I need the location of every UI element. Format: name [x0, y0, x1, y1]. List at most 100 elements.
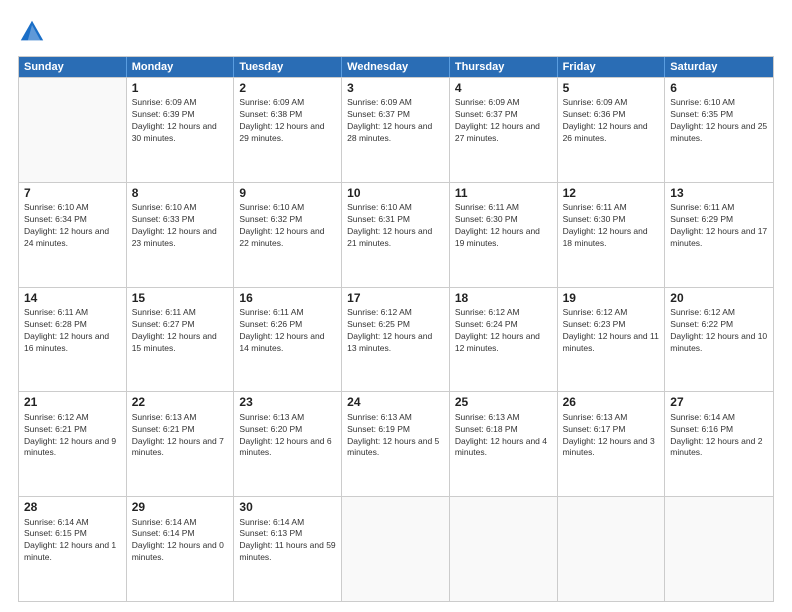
day-number: 10: [347, 186, 444, 200]
day-number: 7: [24, 186, 121, 200]
day-number: 11: [455, 186, 552, 200]
day-number: 15: [132, 291, 229, 305]
day-detail: Sunrise: 6:09 AMSunset: 6:37 PMDaylight:…: [455, 97, 552, 145]
day-number: 2: [239, 81, 336, 95]
day-number: 20: [670, 291, 768, 305]
day-detail: Sunrise: 6:11 AMSunset: 6:27 PMDaylight:…: [132, 307, 229, 355]
cal-cell: 11 Sunrise: 6:11 AMSunset: 6:30 PMDayligh…: [450, 183, 558, 287]
cal-cell: 22 Sunrise: 6:13 AMSunset: 6:21 PMDayligh…: [127, 392, 235, 496]
day-number: 8: [132, 186, 229, 200]
day-detail: Sunrise: 6:09 AMSunset: 6:37 PMDaylight:…: [347, 97, 444, 145]
cal-cell: 19 Sunrise: 6:12 AMSunset: 6:23 PMDayligh…: [558, 288, 666, 392]
day-number: 5: [563, 81, 660, 95]
cal-cell: 3 Sunrise: 6:09 AMSunset: 6:37 PMDaylight…: [342, 78, 450, 182]
cal-cell: 18Sunrise: 6:12 AMSunset: 6:24 PMDayligh…: [450, 288, 558, 392]
day-number: 16: [239, 291, 336, 305]
day-detail: Sunrise: 6:12 AMSunset: 6:23 PMDaylight:…: [563, 307, 660, 355]
day-number: 22: [132, 395, 229, 409]
day-number: 21: [24, 395, 121, 409]
day-detail: Sunrise: 6:14 AMSunset: 6:14 PMDaylight:…: [132, 517, 229, 565]
day-detail: Sunrise: 6:11 AMSunset: 6:28 PMDaylight:…: [24, 307, 121, 355]
day-number: 6: [670, 81, 768, 95]
day-detail: Sunrise: 6:10 AMSunset: 6:33 PMDaylight:…: [132, 202, 229, 250]
day-detail: Sunrise: 6:11 AMSunset: 6:30 PMDaylight:…: [455, 202, 552, 250]
day-detail: Sunrise: 6:12 AMSunset: 6:25 PMDaylight:…: [347, 307, 444, 355]
day-detail: Sunrise: 6:11 AMSunset: 6:26 PMDaylight:…: [239, 307, 336, 355]
logo: [18, 18, 48, 46]
day-detail: Sunrise: 6:13 AMSunset: 6:20 PMDaylight:…: [239, 412, 336, 460]
day-detail: Sunrise: 6:12 AMSunset: 6:21 PMDaylight:…: [24, 412, 121, 460]
day-number: 4: [455, 81, 552, 95]
day-number: 25: [455, 395, 552, 409]
cal-cell: 1Sunrise: 6:09 AMSunset: 6:39 PMDaylight…: [127, 78, 235, 182]
cal-cell: 6 Sunrise: 6:10 AMSunset: 6:35 PMDaylight…: [665, 78, 773, 182]
cal-cell: 10 Sunrise: 6:10 AMSunset: 6:31 PMDayligh…: [342, 183, 450, 287]
cal-cell: [450, 497, 558, 601]
day-detail: Sunrise: 6:11 AMSunset: 6:30 PMDaylight:…: [563, 202, 660, 250]
calendar: SundayMondayTuesdayWednesdayThursdayFrid…: [18, 56, 774, 602]
day-number: 3: [347, 81, 444, 95]
day-number: 12: [563, 186, 660, 200]
day-detail: Sunrise: 6:11 AMSunset: 6:29 PMDaylight:…: [670, 202, 768, 250]
calendar-header: SundayMondayTuesdayWednesdayThursdayFrid…: [19, 57, 773, 77]
day-number: 17: [347, 291, 444, 305]
day-detail: Sunrise: 6:13 AMSunset: 6:21 PMDaylight:…: [132, 412, 229, 460]
day-detail: Sunrise: 6:14 AMSunset: 6:13 PMDaylight:…: [239, 517, 336, 565]
day-number: 19: [563, 291, 660, 305]
day-number: 30: [239, 500, 336, 514]
week-row-1: 1Sunrise: 6:09 AMSunset: 6:39 PMDaylight…: [19, 77, 773, 182]
cal-cell: 2 Sunrise: 6:09 AMSunset: 6:38 PMDaylight…: [234, 78, 342, 182]
day-number: 27: [670, 395, 768, 409]
week-row-4: 21 Sunrise: 6:12 AMSunset: 6:21 PMDayligh…: [19, 391, 773, 496]
day-number: 13: [670, 186, 768, 200]
day-number: 9: [239, 186, 336, 200]
day-number: 29: [132, 500, 229, 514]
header-day-saturday: Saturday: [665, 57, 773, 77]
header-day-wednesday: Wednesday: [342, 57, 450, 77]
day-detail: Sunrise: 6:13 AMSunset: 6:18 PMDaylight:…: [455, 412, 552, 460]
day-detail: Sunrise: 6:09 AMSunset: 6:38 PMDaylight:…: [239, 97, 336, 145]
cal-cell: 25 Sunrise: 6:13 AMSunset: 6:18 PMDayligh…: [450, 392, 558, 496]
cal-cell: 14 Sunrise: 6:11 AMSunset: 6:28 PMDayligh…: [19, 288, 127, 392]
cal-cell: 5 Sunrise: 6:09 AMSunset: 6:36 PMDaylight…: [558, 78, 666, 182]
cal-cell: 12 Sunrise: 6:11 AMSunset: 6:30 PMDayligh…: [558, 183, 666, 287]
cal-cell: 21 Sunrise: 6:12 AMSunset: 6:21 PMDayligh…: [19, 392, 127, 496]
week-row-3: 14 Sunrise: 6:11 AMSunset: 6:28 PMDayligh…: [19, 287, 773, 392]
day-detail: Sunrise: 6:14 AMSunset: 6:16 PMDaylight:…: [670, 412, 768, 460]
cal-cell: 27 Sunrise: 6:14 AMSunset: 6:16 PMDayligh…: [665, 392, 773, 496]
day-detail: Sunrise: 6:10 AMSunset: 6:34 PMDaylight:…: [24, 202, 121, 250]
cal-cell: 4 Sunrise: 6:09 AMSunset: 6:37 PMDaylight…: [450, 78, 558, 182]
day-detail: Sunrise: 6:10 AMSunset: 6:35 PMDaylight:…: [670, 97, 768, 145]
day-number: 23: [239, 395, 336, 409]
day-detail: Sunrise: 6:09 AMSunset: 6:39 PMDaylight:…: [132, 97, 229, 145]
header-day-friday: Friday: [558, 57, 666, 77]
day-detail: Sunrise: 6:12 AMSunset: 6:22 PMDaylight:…: [670, 307, 768, 355]
day-number: 24: [347, 395, 444, 409]
header-day-thursday: Thursday: [450, 57, 558, 77]
header-day-monday: Monday: [127, 57, 235, 77]
day-number: 26: [563, 395, 660, 409]
header-day-tuesday: Tuesday: [234, 57, 342, 77]
cal-cell: 20 Sunrise: 6:12 AMSunset: 6:22 PMDayligh…: [665, 288, 773, 392]
cal-cell: [342, 497, 450, 601]
cal-cell: [19, 78, 127, 182]
cal-cell: 13 Sunrise: 6:11 AMSunset: 6:29 PMDayligh…: [665, 183, 773, 287]
calendar-body: 1Sunrise: 6:09 AMSunset: 6:39 PMDaylight…: [19, 77, 773, 601]
cal-cell: 23 Sunrise: 6:13 AMSunset: 6:20 PMDayligh…: [234, 392, 342, 496]
day-number: 14: [24, 291, 121, 305]
cal-cell: 7 Sunrise: 6:10 AMSunset: 6:34 PMDaylight…: [19, 183, 127, 287]
week-row-2: 7 Sunrise: 6:10 AMSunset: 6:34 PMDaylight…: [19, 182, 773, 287]
cal-cell: 15 Sunrise: 6:11 AMSunset: 6:27 PMDayligh…: [127, 288, 235, 392]
day-detail: Sunrise: 6:13 AMSunset: 6:19 PMDaylight:…: [347, 412, 444, 460]
cal-cell: 28Sunrise: 6:14 AMSunset: 6:15 PMDayligh…: [19, 497, 127, 601]
cal-cell: 29 Sunrise: 6:14 AMSunset: 6:14 PMDayligh…: [127, 497, 235, 601]
cal-cell: 17 Sunrise: 6:12 AMSunset: 6:25 PMDayligh…: [342, 288, 450, 392]
day-number: 28: [24, 500, 121, 514]
day-detail: Sunrise: 6:10 AMSunset: 6:31 PMDaylight:…: [347, 202, 444, 250]
day-detail: Sunrise: 6:09 AMSunset: 6:36 PMDaylight:…: [563, 97, 660, 145]
logo-icon: [18, 18, 46, 46]
week-row-5: 28Sunrise: 6:14 AMSunset: 6:15 PMDayligh…: [19, 496, 773, 601]
cal-cell: 16 Sunrise: 6:11 AMSunset: 6:26 PMDayligh…: [234, 288, 342, 392]
cal-cell: 30 Sunrise: 6:14 AMSunset: 6:13 PMDayligh…: [234, 497, 342, 601]
day-number: 18: [455, 291, 552, 305]
